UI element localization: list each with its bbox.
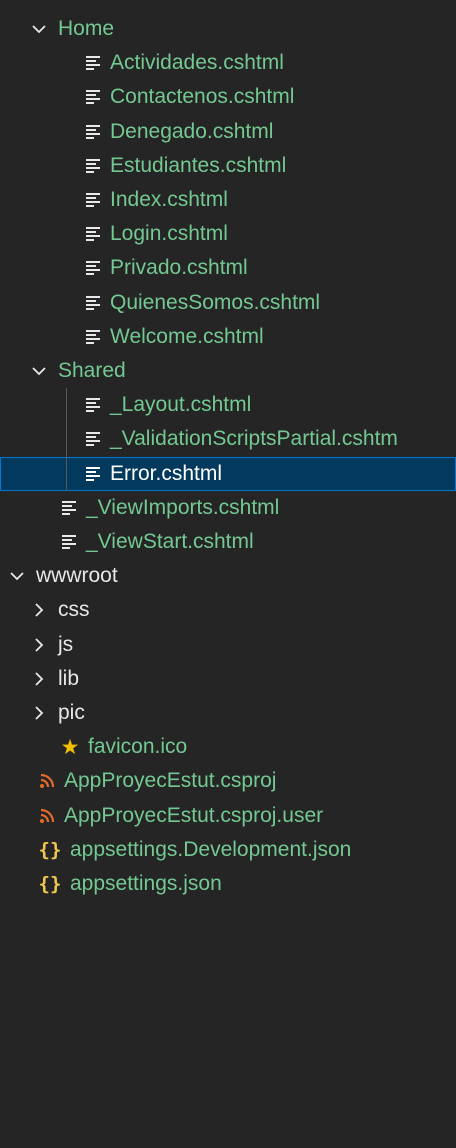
- chevron-right-icon: [30, 670, 48, 688]
- chevron-down-icon: [30, 20, 48, 38]
- rss-icon: [38, 772, 56, 790]
- tree-item-label: css: [58, 598, 90, 622]
- tree-item-label: Privado.cshtml: [110, 256, 248, 280]
- file-lines-icon: [84, 54, 102, 72]
- tree-file-index-cshtml[interactable]: Index.cshtml: [0, 183, 456, 217]
- tree-item-label: AppProyecEstut.csproj.user: [64, 803, 324, 827]
- tree-item-label: favicon.ico: [88, 735, 188, 759]
- tree-item-label: _ValidationScriptsPartial.cshtm: [110, 427, 398, 451]
- tree-file-appproyecestut-csproj-user[interactable]: AppProyecEstut.csproj.user: [0, 799, 456, 833]
- tree-folder-home[interactable]: Home: [0, 12, 456, 46]
- tree-folder-shared[interactable]: Shared: [0, 354, 456, 388]
- tree-item-label: Denegado.cshtml: [110, 119, 274, 143]
- chevron-down-icon: [8, 567, 26, 585]
- chevron-down-icon: [30, 362, 48, 380]
- file-lines-icon: [84, 157, 102, 175]
- file-lines-icon: [84, 396, 102, 414]
- tree-item-label: Shared: [58, 359, 126, 382]
- file-lines-icon: [60, 533, 78, 551]
- tree-folder-js[interactable]: js: [0, 628, 456, 662]
- tree-file-quienessomos-cshtml[interactable]: QuienesSomos.cshtml: [0, 286, 456, 320]
- braces-icon: {}: [38, 838, 62, 861]
- tree-item-label: _ViewStart.cshtml: [86, 530, 254, 553]
- file-lines-icon: [84, 294, 102, 312]
- tree-file-favicon-ico[interactable]: ★ favicon.ico: [0, 730, 456, 764]
- tree-folder-css[interactable]: css: [0, 593, 456, 627]
- tree-file-layout-cshtml[interactable]: _Layout.cshtml: [0, 388, 456, 422]
- chevron-right-icon: [30, 601, 48, 619]
- tree-item-label: wwwroot: [36, 564, 118, 588]
- tree-file-login-cshtml[interactable]: Login.cshtml: [0, 217, 456, 251]
- rss-icon: [38, 807, 56, 825]
- tree-item-label: Index.cshtml: [110, 188, 228, 211]
- file-lines-icon: [60, 499, 78, 517]
- file-lines-icon: [84, 259, 102, 277]
- tree-folder-wwwroot[interactable]: wwwroot: [0, 559, 456, 593]
- tree-item-label: QuienesSomos.cshtml: [110, 290, 321, 314]
- tree-item-label: Welcome.cshtml: [110, 324, 264, 348]
- tree-file-appproyecestut-csproj[interactable]: AppProyecEstut.csproj: [0, 764, 456, 798]
- file-lines-icon: [84, 430, 102, 448]
- tree-item-label: AppProyecEstut.csproj: [64, 769, 277, 793]
- tree-file-viewstart-cshtml[interactable]: _ViewStart.cshtml: [0, 525, 456, 559]
- tree-file-validationscriptspartial-cshtm[interactable]: _ValidationScriptsPartial.cshtm: [0, 422, 456, 456]
- chevron-right-icon: [30, 704, 48, 722]
- star-icon: ★: [60, 735, 80, 759]
- tree-item-label: Estudiantes.cshtml: [110, 153, 287, 177]
- tree-file-denegado-cshtml[interactable]: Denegado.cshtml: [0, 115, 456, 149]
- indent-guide: [66, 388, 67, 491]
- tree-folder-lib[interactable]: lib: [0, 662, 456, 696]
- file-lines-icon: [84, 465, 102, 483]
- tree-item-label: lib: [58, 666, 80, 690]
- tree-item-label: appsettings.json: [70, 872, 222, 895]
- file-lines-icon: [84, 88, 102, 106]
- tree-file-welcome-cshtml[interactable]: Welcome.cshtml: [0, 320, 456, 354]
- file-lines-icon: [84, 123, 102, 141]
- tree-item-label: Actividades.cshtml: [110, 51, 284, 75]
- tree-item-label: Error.cshtml: [110, 461, 223, 485]
- tree-file-appsettings-development-json[interactable]: {} appsettings.Development.json: [0, 833, 456, 867]
- file-lines-icon: [84, 191, 102, 209]
- tree-item-label: Contactenos.cshtml: [110, 85, 295, 109]
- tree-folder-pic[interactable]: pic: [0, 696, 456, 730]
- tree-file-viewimports-cshtml[interactable]: _ViewImports.cshtml: [0, 491, 456, 525]
- file-lines-icon: [84, 328, 102, 346]
- tree-item-label: appsettings.Development.json: [70, 837, 352, 861]
- file-lines-icon: [84, 225, 102, 243]
- tree-item-label: Home: [58, 17, 115, 40]
- tree-file-estudiantes-cshtml[interactable]: Estudiantes.cshtml: [0, 149, 456, 183]
- tree-item-label: pic: [58, 701, 85, 724]
- tree-file-error-cshtml[interactable]: Error.cshtml: [0, 456, 456, 491]
- braces-icon: {}: [38, 873, 62, 895]
- tree-item-label: _Layout.cshtml: [110, 393, 252, 417]
- tree-item-label: _ViewImports.cshtml: [86, 495, 280, 519]
- chevron-right-icon: [30, 636, 48, 654]
- tree-file-appsettings-json[interactable]: {} appsettings.json: [0, 867, 456, 901]
- tree-file-contactenos-cshtml[interactable]: Contactenos.cshtml: [0, 80, 456, 114]
- file-explorer-tree: Home Actividades.cshtml Contactenos.cshtml…: [0, 0, 456, 1148]
- tree-file-privado-cshtml[interactable]: Privado.cshtml: [0, 251, 456, 285]
- tree-file-actividades-cshtml[interactable]: Actividades.cshtml: [0, 46, 456, 80]
- tree-item-label: js: [58, 632, 74, 656]
- tree-item-label: Login.cshtml: [110, 222, 228, 246]
